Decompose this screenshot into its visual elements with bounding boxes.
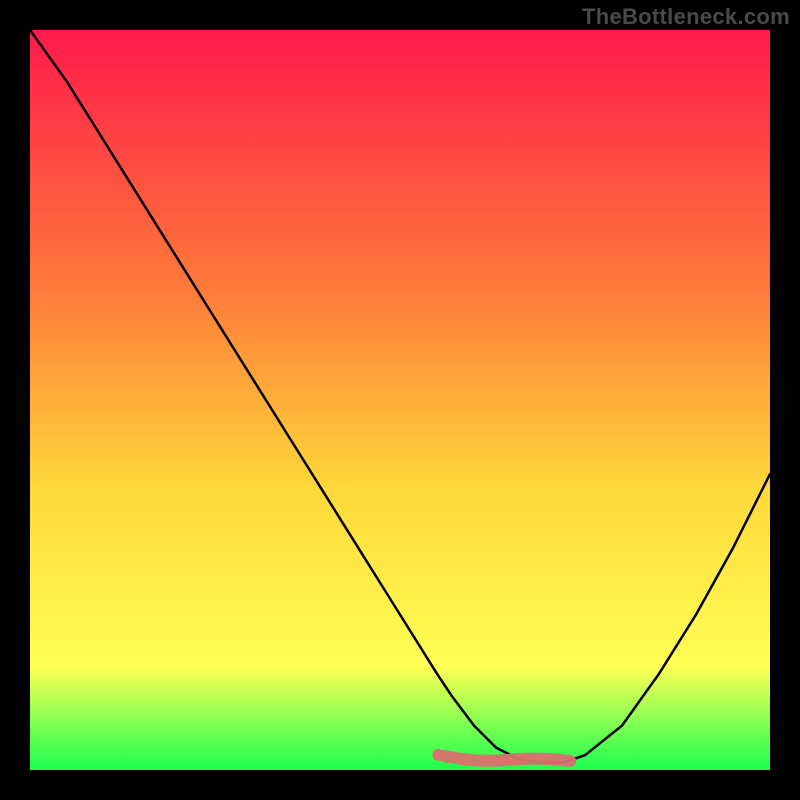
chart-frame: TheBottleneck.com <box>0 0 800 800</box>
gradient-background <box>30 30 770 770</box>
bottleneck-chart <box>30 30 770 770</box>
optimal-range-start-dot <box>432 749 444 761</box>
watermark-text: TheBottleneck.com <box>582 4 790 30</box>
optimal-range-stroke <box>444 756 570 761</box>
